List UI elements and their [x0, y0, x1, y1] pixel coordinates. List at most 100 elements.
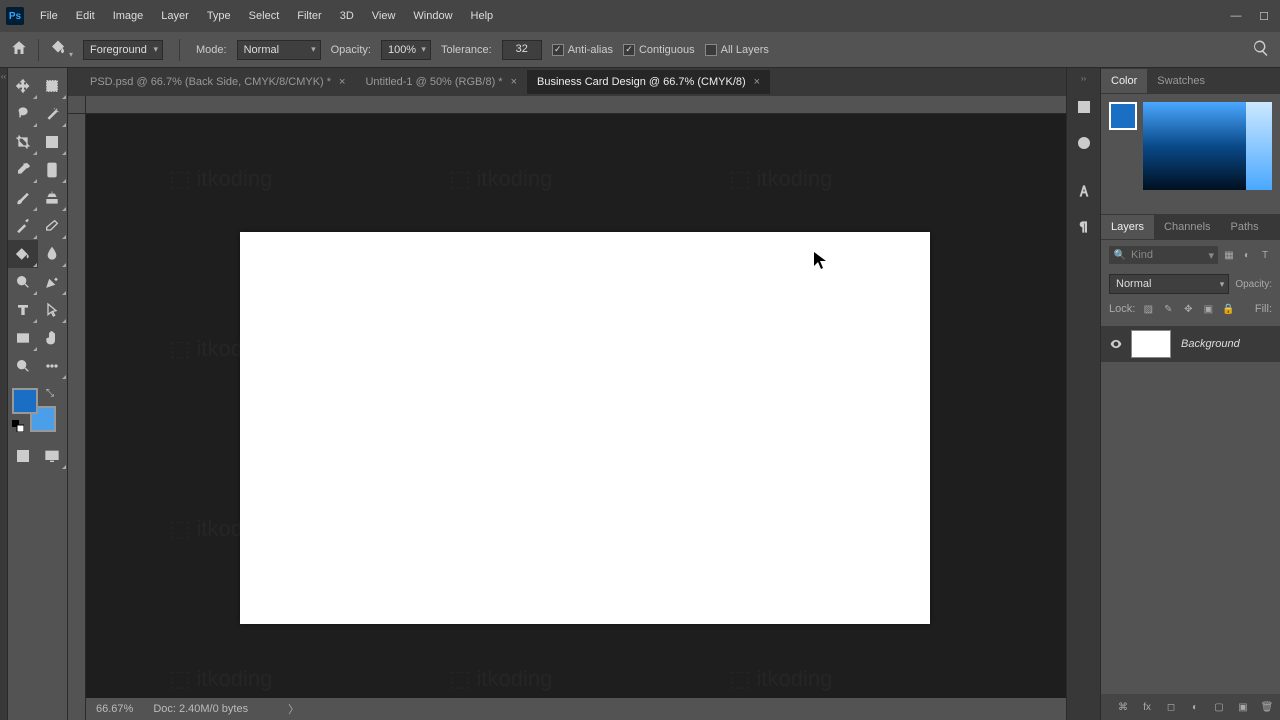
quick-mask-tool[interactable] — [8, 442, 38, 470]
clone-stamp-tool[interactable] — [38, 184, 68, 212]
close-tab-icon[interactable]: × — [511, 76, 517, 88]
adjustment-layer-icon[interactable]: ◐ — [1188, 700, 1202, 714]
layer-item[interactable]: Background — [1101, 326, 1280, 362]
canvas-background[interactable]: ⬚ itkoding ⬚ itkoding ⬚ itkoding ⬚ itkod… — [86, 114, 1066, 698]
channels-tab[interactable]: Channels — [1154, 215, 1220, 239]
blur-tool[interactable] — [38, 240, 68, 268]
lock-pixels-icon[interactable]: ✎ — [1161, 302, 1175, 316]
menu-bar: Ps File Edit Image Layer Type Select Fil… — [0, 0, 1280, 32]
lock-all-icon[interactable]: 🔒 — [1221, 302, 1235, 316]
fill-source-dropdown[interactable]: Foreground — [83, 40, 163, 60]
swap-colors-icon[interactable]: ⤡ — [46, 388, 54, 399]
layer-thumbnail[interactable] — [1131, 330, 1171, 358]
paint-bucket-tool[interactable] — [8, 240, 38, 268]
filter-pixel-icon[interactable]: ▦ — [1222, 248, 1236, 262]
layer-filter[interactable]: 🔍 Kind ▾ — [1109, 246, 1218, 264]
edit-toolbar[interactable] — [38, 352, 68, 380]
menu-image[interactable]: Image — [105, 4, 152, 28]
tolerance-input[interactable]: 32 — [502, 40, 542, 60]
delete-layer-icon[interactable]: 🗑 — [1260, 700, 1274, 714]
paint-bucket-icon[interactable]: ▾ — [49, 39, 73, 60]
menu-3d[interactable]: 3D — [332, 4, 362, 28]
antialias-checkbox[interactable]: Anti-alias — [552, 44, 613, 56]
layer-mask-icon[interactable]: ◻ — [1164, 700, 1178, 714]
minimize-button[interactable]: — — [1226, 6, 1246, 26]
layer-name[interactable]: Background — [1181, 338, 1240, 350]
frame-tool[interactable] — [38, 128, 68, 156]
mode-dropdown[interactable]: Normal — [237, 40, 321, 60]
menu-help[interactable]: Help — [463, 4, 502, 28]
healing-brush-tool[interactable] — [38, 156, 68, 184]
photoshop-icon: Ps — [6, 7, 24, 25]
maximize-button[interactable]: ☐ — [1254, 6, 1274, 26]
character-panel-icon[interactable] — [1067, 173, 1101, 209]
blend-mode-dropdown[interactable]: Normal — [1109, 274, 1229, 294]
menu-file[interactable]: File — [32, 4, 66, 28]
lock-position-icon[interactable]: ✥ — [1181, 302, 1195, 316]
menu-edit[interactable]: Edit — [68, 4, 103, 28]
pen-tool[interactable] — [38, 268, 68, 296]
lock-artboard-icon[interactable]: ▣ — [1201, 302, 1215, 316]
menu-window[interactable]: Window — [405, 4, 460, 28]
zoom-level[interactable]: 66.67% — [96, 703, 133, 715]
hand-tool[interactable] — [38, 324, 68, 352]
search-icon[interactable] — [1252, 39, 1270, 60]
contiguous-checkbox[interactable]: Contiguous — [623, 44, 695, 56]
filter-adjustment-icon[interactable]: ◐ — [1240, 248, 1254, 262]
color-picker-field[interactable] — [1143, 102, 1272, 190]
path-selection-tool[interactable] — [38, 296, 68, 324]
color-panel-swatch[interactable] — [1109, 102, 1137, 130]
layer-fx-icon[interactable]: fx — [1140, 700, 1154, 714]
history-panel-icon[interactable] — [1067, 89, 1101, 125]
document-tab[interactable]: PSD.psd @ 66.7% (Back Side, CMYK/8/CMYK)… — [80, 70, 355, 94]
eyedropper-tool[interactable] — [8, 156, 38, 184]
document-tab[interactable]: Untitled-1 @ 50% (RGB/8) *× — [355, 70, 527, 94]
group-icon[interactable]: ▢ — [1212, 700, 1226, 714]
lasso-tool[interactable] — [8, 100, 38, 128]
document-canvas[interactable] — [240, 232, 930, 624]
move-tool[interactable] — [8, 72, 38, 100]
new-layer-icon[interactable]: ▣ — [1236, 700, 1250, 714]
filter-type-icon[interactable]: T — [1258, 248, 1272, 262]
foreground-color[interactable] — [12, 388, 38, 414]
close-tab-icon[interactable]: × — [339, 76, 345, 88]
brush-tool[interactable] — [8, 184, 38, 212]
right-panel-expand[interactable]: ›› — [1081, 74, 1086, 83]
swatches-tab[interactable]: Swatches — [1147, 69, 1215, 93]
paragraph-panel-icon[interactable] — [1067, 209, 1101, 245]
vertical-ruler[interactable] — [68, 114, 86, 720]
canvas-wrap: ⬚ itkoding ⬚ itkoding ⬚ itkoding ⬚ itkod… — [68, 96, 1066, 720]
document-info[interactable]: Doc: 2.40M/0 bytes — [153, 703, 248, 715]
rectangle-tool[interactable] — [8, 324, 38, 352]
menu-select[interactable]: Select — [241, 4, 288, 28]
menu-layer[interactable]: Layer — [153, 4, 197, 28]
default-colors-icon[interactable] — [12, 420, 24, 432]
left-panel-collapse[interactable]: ‹‹ — [0, 68, 8, 720]
eraser-tool[interactable] — [38, 212, 68, 240]
all-layers-checkbox[interactable]: All Layers — [705, 44, 769, 56]
status-flyout-icon[interactable]: 〉 — [288, 701, 299, 717]
menu-view[interactable]: View — [364, 4, 404, 28]
menu-filter[interactable]: Filter — [289, 4, 329, 28]
type-tool[interactable] — [8, 296, 38, 324]
layer-visibility-icon[interactable] — [1107, 335, 1125, 353]
magic-wand-tool[interactable] — [38, 100, 68, 128]
dodge-tool[interactable] — [8, 268, 38, 296]
lock-transparency-icon[interactable]: ▨ — [1141, 302, 1155, 316]
screen-mode-tool[interactable] — [38, 442, 68, 470]
adjustments-panel-icon[interactable] — [1067, 125, 1101, 161]
crop-tool[interactable] — [8, 128, 38, 156]
document-tab[interactable]: Business Card Design @ 66.7% (CMYK/8)× — [527, 70, 770, 94]
history-brush-tool[interactable] — [8, 212, 38, 240]
opacity-dropdown[interactable]: 100% — [381, 40, 431, 60]
zoom-tool[interactable] — [8, 352, 38, 380]
marquee-tool[interactable] — [38, 72, 68, 100]
home-icon[interactable] — [10, 39, 28, 60]
paths-tab[interactable]: Paths — [1221, 215, 1269, 239]
close-tab-icon[interactable]: × — [754, 76, 760, 88]
link-layers-icon[interactable]: ⌘ — [1116, 700, 1130, 714]
menu-type[interactable]: Type — [199, 4, 239, 28]
layers-tab[interactable]: Layers — [1101, 215, 1154, 239]
color-tab[interactable]: Color — [1101, 69, 1147, 93]
horizontal-ruler[interactable] — [86, 96, 1066, 114]
